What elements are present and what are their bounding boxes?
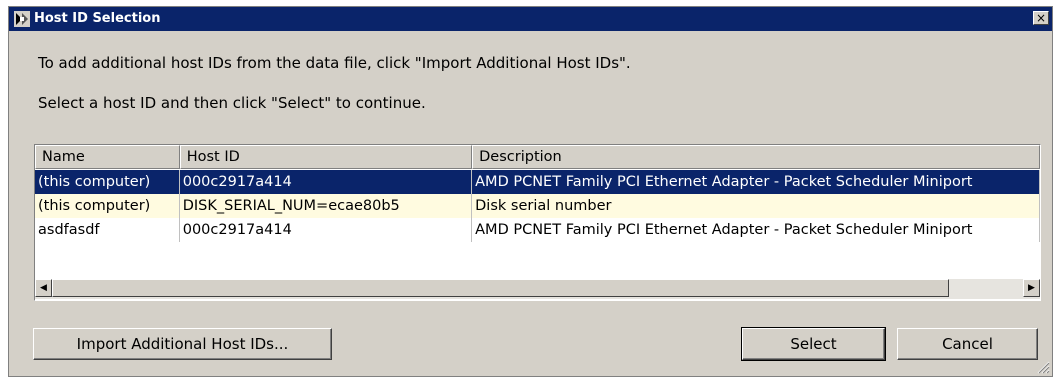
cell-name: asdfasdf bbox=[35, 218, 180, 242]
column-header-name[interactable]: Name bbox=[35, 145, 180, 169]
column-header-host-id[interactable]: Host ID bbox=[179, 145, 473, 169]
scroll-left-icon[interactable]: ◀ bbox=[35, 279, 52, 297]
table-row[interactable]: (this computer) DISK_SERIAL_NUM=ecae80b5… bbox=[35, 194, 1040, 218]
window-title: Host ID Selection bbox=[34, 11, 161, 26]
cell-description: Disk serial number bbox=[472, 194, 1040, 218]
table-row[interactable]: asdfasdf 000c2917a414 AMD PCNET Family P… bbox=[35, 218, 1040, 242]
cell-host-id: 000c2917a414 bbox=[180, 170, 473, 194]
instruction-select: Select a host ID and then click "Select"… bbox=[38, 94, 426, 112]
cell-host-id: DISK_SERIAL_NUM=ecae80b5 bbox=[180, 194, 473, 218]
cell-description: AMD PCNET Family PCI Ethernet Adapter - … bbox=[472, 170, 1040, 194]
title-bar[interactable]: Host ID Selection × bbox=[9, 7, 1052, 31]
horizontal-scrollbar[interactable]: ◀ ▶ bbox=[35, 279, 1040, 299]
cell-description: AMD PCNET Family PCI Ethernet Adapter - … bbox=[472, 218, 1040, 242]
app-icon bbox=[14, 11, 30, 27]
instruction-import: To add additional host IDs from the data… bbox=[38, 54, 631, 72]
import-host-ids-button[interactable]: Import Additional Host IDs... bbox=[33, 328, 332, 360]
cell-name: (this computer) bbox=[35, 170, 180, 194]
cell-name: (this computer) bbox=[35, 194, 180, 218]
scroll-thumb[interactable] bbox=[52, 279, 949, 297]
host-id-selection-dialog: Host ID Selection × To add additional ho… bbox=[8, 6, 1053, 377]
host-id-table: Name Host ID Description (this computer)… bbox=[34, 144, 1041, 301]
select-button[interactable]: Select bbox=[741, 327, 886, 361]
table-header: Name Host ID Description bbox=[35, 145, 1040, 169]
resize-grip-icon[interactable] bbox=[1036, 360, 1050, 374]
close-button[interactable]: × bbox=[1033, 11, 1049, 25]
cell-host-id: 000c2917a414 bbox=[180, 218, 473, 242]
table-row[interactable]: (this computer) 000c2917a414 AMD PCNET F… bbox=[35, 170, 1040, 194]
cancel-button[interactable]: Cancel bbox=[897, 328, 1038, 360]
column-header-description[interactable]: Description bbox=[472, 145, 1040, 169]
scroll-right-icon[interactable]: ▶ bbox=[1023, 279, 1040, 297]
